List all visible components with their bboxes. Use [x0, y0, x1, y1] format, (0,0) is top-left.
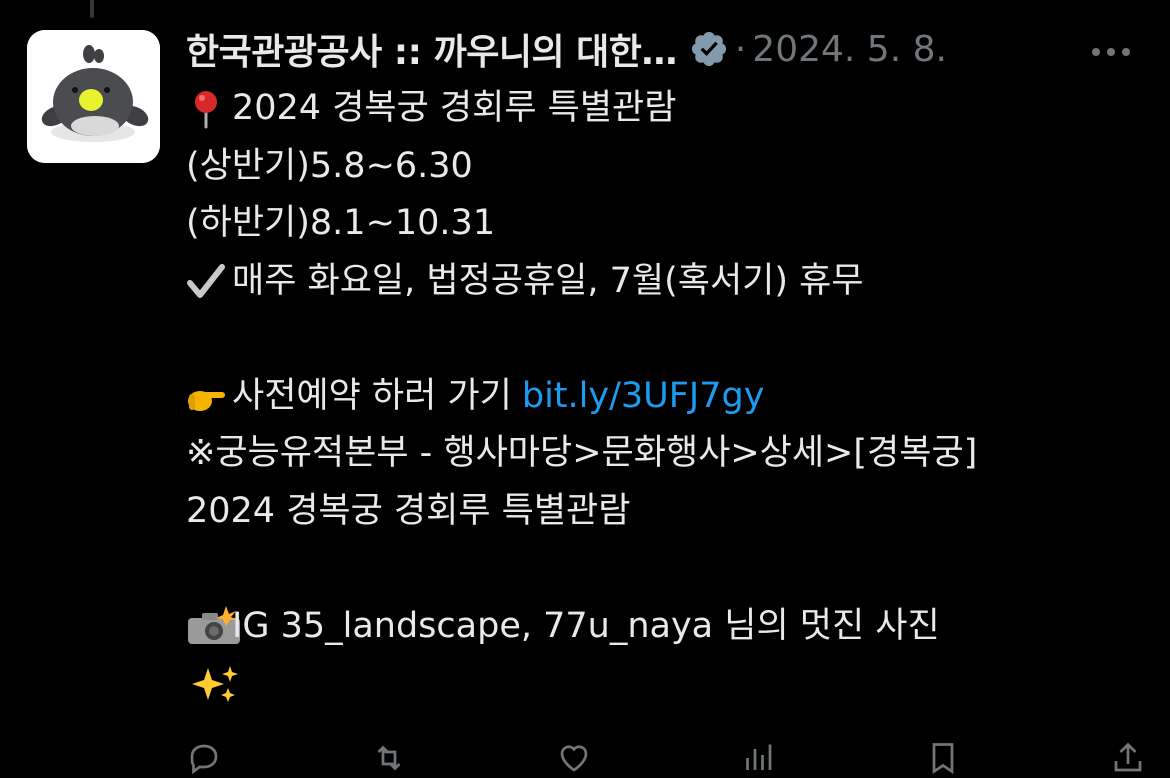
reply-icon — [190, 744, 218, 775]
body-text-first-half: (상반기)5.8~6.30 — [186, 145, 473, 186]
check-mark-icon — [186, 261, 226, 301]
body-text-closed-days: 매주 화요일, 법정공휴일, 7월(혹서기) 휴무 — [232, 260, 864, 301]
post-date[interactable]: 2024. 5. 8. — [752, 29, 947, 70]
body-line-2: (상반기)5.8~6.30 — [186, 138, 1146, 196]
repost-icon — [377, 745, 401, 771]
bookmark-icon — [932, 743, 954, 775]
round-pushpin-icon — [186, 89, 226, 129]
body-line-6: ※궁능유적본부 - 행사마당>문화행사>상세>[경복궁] — [186, 425, 1146, 483]
body-text-path: ※궁능유적본부 - 행사마당>문화행사>상세>[경복궁] — [186, 433, 978, 473]
post-header: 한국관광공사 :: 까우니의 대한… · 2024. 5. 8. — [186, 22, 1146, 76]
like-button[interactable] — [556, 738, 592, 778]
reply-button[interactable] — [186, 738, 222, 778]
repost-button[interactable] — [371, 738, 407, 778]
bookmark-button[interactable] — [925, 738, 961, 778]
camera-flash-icon — [186, 606, 240, 646]
body-line-7: 2024 경복궁 경회루 특별관람 — [186, 483, 1146, 541]
share-button[interactable] — [1110, 738, 1146, 778]
post-action-bar — [186, 738, 1146, 778]
heart-icon — [560, 745, 587, 772]
body-line-9 — [186, 655, 1146, 713]
body-text-title: 2024 경복궁 경회루 특별관람 — [232, 88, 677, 128]
body-text-second-half: (하반기)8.1~10.31 — [186, 203, 496, 243]
views-button[interactable] — [740, 738, 776, 778]
more-options-icon[interactable] — [1086, 26, 1136, 72]
body-text-photo-credit: IG 35_landscape, 77u_naya 님의 멋진 사진 — [232, 605, 940, 646]
pointing-hand-icon — [186, 376, 226, 416]
body-line-4: 매주 화요일, 법정공휴일, 7월(혹서기) 휴무 — [186, 253, 1146, 311]
post-body: 2024 경복궁 경회루 특별관람 (상반기)5.8~6.30 (하반기)8.1… — [186, 80, 1146, 713]
body-text-reservation: 사전예약 하러 가기 — [232, 375, 512, 416]
body-line-5: 사전예약 하러 가기 bit.ly/3UFJ7gy — [186, 368, 1146, 426]
body-text-event-name: 2024 경복궁 경회루 특별관람 — [186, 490, 631, 531]
penguin-mascot-avatar-image — [27, 30, 160, 163]
sparkles-icon — [186, 664, 238, 704]
separator-dot: · — [734, 28, 747, 70]
body-line-8: IG 35_landscape, 77u_naya 님의 멋진 사진 — [186, 598, 1146, 656]
share-icon — [1114, 742, 1142, 772]
author-name[interactable]: 한국관광공사 :: 까우니의 대한… — [186, 23, 677, 75]
views-icon — [746, 744, 772, 770]
verified-badge-icon[interactable] — [689, 29, 729, 69]
reservation-link[interactable]: bit.ly/3UFJ7gy — [522, 368, 765, 426]
avatar[interactable] — [27, 30, 160, 163]
body-line-1: 2024 경복궁 경회루 특별관람 — [186, 80, 1146, 138]
body-line-3: (하반기)8.1~10.31 — [186, 195, 1146, 253]
thread-connector-line — [90, 0, 94, 18]
